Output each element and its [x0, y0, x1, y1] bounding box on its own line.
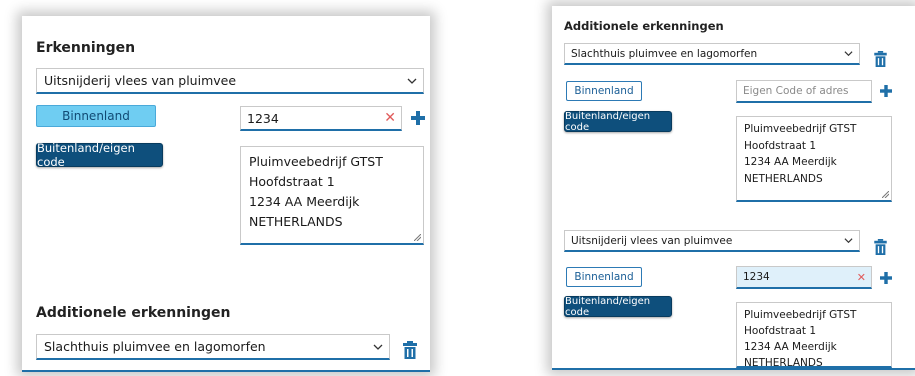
address-line: 1234 AA Meerdijk [249, 194, 360, 209]
address-line: Hoofdstraat 1 [744, 139, 817, 152]
code-input-value: 1234 [743, 271, 770, 283]
erkenning-select-value: Uitsnijderij vlees van pluimvee [571, 234, 733, 247]
buitenland-eigen-code-button[interactable]: Buitenland/eigen code [36, 141, 163, 169]
code-input-placeholder: Eigen Code of adres [743, 85, 849, 97]
erkenning-select[interactable]: Uitsnijderij vlees van pluimvee [36, 68, 424, 94]
address-line: Pluimveebedrijf GTST [744, 123, 857, 135]
chevron-down-icon [373, 344, 383, 350]
trash-icon[interactable] [403, 341, 417, 359]
chevron-down-icon [844, 51, 853, 57]
erkenning-select-value: Slachthuis pluimvee en lagomorfen [571, 47, 758, 60]
address-textarea[interactable]: Pluimveebedrijf GTST Hoofdstraat 1 1234 … [240, 146, 424, 245]
resize-grip-icon[interactable] [414, 234, 421, 241]
address-line: NETHERLANDS [249, 214, 343, 229]
chevron-down-icon [407, 78, 417, 84]
erkenning-select-value: Uitsnijderij vlees van pluimvee [44, 73, 237, 88]
buitenland-eigen-code-button[interactable]: Buitenland/eigen code [564, 296, 672, 318]
binnenland-button[interactable]: Binnenland [566, 267, 642, 287]
erkenning-select[interactable]: Slachthuis pluimvee en lagomorfen [564, 43, 860, 65]
panel-bottom-rule [552, 368, 915, 370]
plus-icon[interactable] [880, 85, 892, 97]
panel-bottom-rule [22, 370, 430, 372]
erkenningen-heading: Erkenningen [36, 40, 136, 56]
code-input[interactable]: 1234 ✕ [736, 266, 872, 289]
address-line: 1234 AA Meerdijk [744, 341, 837, 353]
additionele-erkenningen-panel: Additionele erkenningen Slachthuis pluim… [552, 6, 915, 370]
chevron-down-icon [844, 238, 853, 244]
plus-icon[interactable] [411, 111, 425, 125]
close-icon[interactable]: ✕ [384, 110, 396, 126]
close-icon[interactable]: ✕ [857, 271, 866, 284]
address-line: Hoofdstraat 1 [249, 174, 335, 189]
address-line: NETHERLANDS [744, 357, 823, 368]
trash-icon[interactable] [874, 239, 887, 255]
binnenland-button[interactable]: Binnenland [566, 81, 642, 101]
resize-grip-icon[interactable] [882, 191, 889, 198]
erkenningen-panel: Erkenningen Uitsnijderij vlees van pluim… [22, 16, 430, 372]
address-line: Hoofdstraat 1 [744, 325, 817, 337]
address-textarea[interactable]: Pluimveebedrijf GTST Hoofdstraat 1 1234 … [736, 302, 892, 368]
address-line: NETHERLANDS [744, 172, 823, 185]
trash-icon[interactable] [874, 51, 887, 67]
buitenland-eigen-code-button[interactable]: Buitenland/eigen code [564, 111, 672, 133]
code-input[interactable]: Eigen Code of adres [736, 80, 872, 103]
address-line: Pluimveebedrijf GTST [744, 309, 857, 321]
additionele-erkenning-select[interactable]: Slachthuis pluimvee en lagomorfen [36, 334, 390, 360]
binnenland-button[interactable]: Binnenland [36, 105, 156, 127]
additionele-erkenningen-heading: Additionele erkenningen [36, 305, 231, 321]
additionele-erkenningen-heading: Additionele erkenningen [564, 19, 724, 33]
erkenning-select[interactable]: Uitsnijderij vlees van pluimvee [564, 230, 860, 252]
address-line: Pluimveebedrijf GTST [249, 154, 383, 169]
code-input-value: 1234 [247, 110, 279, 126]
address-line: 1234 AA Meerdijk [744, 156, 837, 168]
additionele-erkenning-select-value: Slachthuis pluimvee en lagomorfen [44, 339, 266, 354]
plus-icon[interactable] [880, 272, 892, 284]
address-textarea[interactable]: Pluimveebedrijf GTST Hoofdstraat 1 1234 … [736, 116, 892, 202]
code-input[interactable]: 1234 ✕ [240, 106, 402, 131]
